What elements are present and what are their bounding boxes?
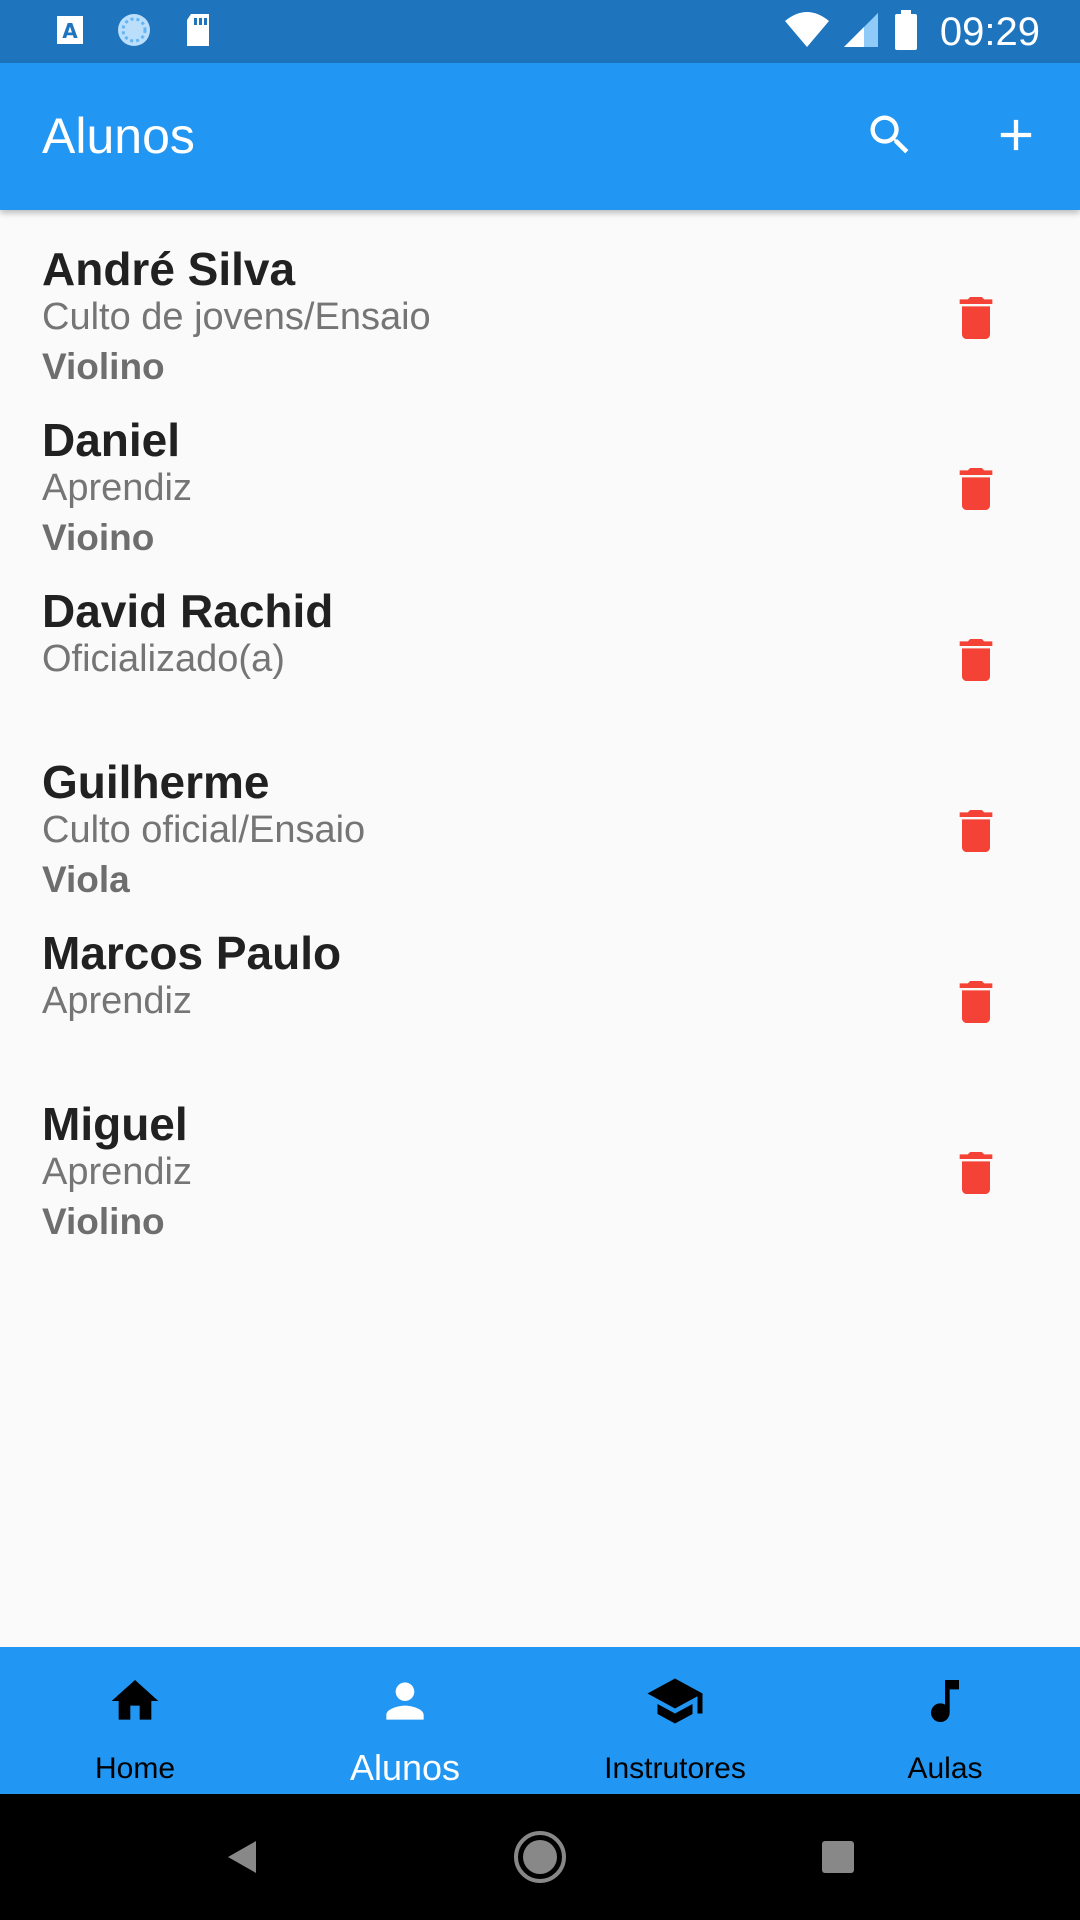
add-icon [1000, 119, 1032, 151]
trash-icon [959, 1152, 993, 1194]
trash-icon [959, 981, 993, 1023]
student-subtitle: Aprendiz [42, 980, 192, 1022]
student-name: Marcos Paulo [42, 927, 342, 979]
recents-button[interactable] [808, 1827, 868, 1887]
back-button[interactable] [212, 1827, 272, 1887]
student-subtitle: Culto oficial/Ensaio [42, 809, 366, 851]
nav-label: Home [94, 1752, 176, 1785]
battery-icon [894, 9, 918, 55]
student-subtitle: Aprendiz [42, 1151, 192, 1193]
app-a-icon: A [52, 12, 88, 48]
student-subtitle: Oficializado(a) [42, 638, 285, 680]
search-icon [870, 115, 909, 154]
clock: 09:29 [939, 9, 1040, 54]
student-name: David Rachid [42, 585, 334, 637]
student-subtitle: Aprendiz [42, 467, 192, 509]
student-name: Miguel [42, 1098, 188, 1150]
delete-button[interactable] [948, 1145, 1004, 1201]
music-note-icon [931, 1680, 959, 1723]
nav-label: Alunos [349, 1747, 461, 1788]
wifi-icon [784, 11, 830, 54]
delete-button[interactable] [948, 632, 1004, 688]
nav-label: Aulas [907, 1752, 983, 1785]
list-item[interactable]: Guilherme Culto oficial/Ensaio Viola [0, 723, 1080, 900]
home-system-button[interactable] [510, 1827, 570, 1887]
page-title: Alunos [42, 108, 195, 164]
nav-item-instrutores[interactable]: Instrutores [540, 1647, 810, 1794]
student-name: Guilherme [42, 756, 270, 808]
list-item[interactable]: Daniel Aprendiz Vioino [0, 381, 1080, 558]
nav-item-alunos[interactable]: Alunos [270, 1647, 540, 1794]
list-item[interactable]: Miguel Aprendiz Violino [0, 1065, 1080, 1242]
nav-item-aulas[interactable]: Aulas [810, 1647, 1080, 1794]
person-icon [386, 1682, 424, 1720]
sd-card-icon [180, 12, 216, 48]
trash-icon [959, 810, 993, 852]
system-navigation-bar [0, 1794, 1080, 1920]
delete-button[interactable] [948, 290, 1004, 346]
list-item[interactable]: David Rachid Oficializado(a) [0, 552, 1080, 723]
svg-text:A: A [62, 19, 78, 43]
recents-icon [822, 1841, 854, 1873]
student-name: André Silva [42, 243, 296, 295]
student-name: Daniel [42, 414, 181, 466]
search-button[interactable] [858, 103, 922, 167]
list-item[interactable]: André Silva Culto de jovens/Ensaio Violi… [0, 210, 1080, 387]
list-item[interactable]: Marcos Paulo Aprendiz [0, 894, 1080, 1065]
signal-icon [843, 11, 880, 54]
nav-label: Instrutores [604, 1752, 746, 1785]
delete-button[interactable] [948, 803, 1004, 859]
status-bar: A 09:29 [0, 0, 1080, 63]
sync-icon [116, 12, 152, 48]
trash-icon [959, 639, 993, 681]
app-bar: Alunos [0, 63, 1080, 210]
trash-icon [959, 297, 993, 339]
graduation-cap-icon [647, 1678, 703, 1724]
home-icon [111, 1680, 159, 1720]
student-list: André Silva Culto de jovens/Ensaio Violi… [0, 210, 1080, 1242]
add-button[interactable] [984, 103, 1048, 167]
student-subtitle: Culto de jovens/Ensaio [42, 296, 431, 338]
home-circle-icon [514, 1831, 566, 1883]
student-instrument: Violino [42, 1201, 165, 1242]
delete-button[interactable] [948, 461, 1004, 517]
back-icon [228, 1841, 256, 1873]
trash-icon [959, 468, 993, 510]
delete-button[interactable] [948, 974, 1004, 1030]
nav-item-home[interactable]: Home [0, 1647, 270, 1794]
bottom-navigation: Home Alunos Instrutores Aulas [0, 1647, 1080, 1794]
